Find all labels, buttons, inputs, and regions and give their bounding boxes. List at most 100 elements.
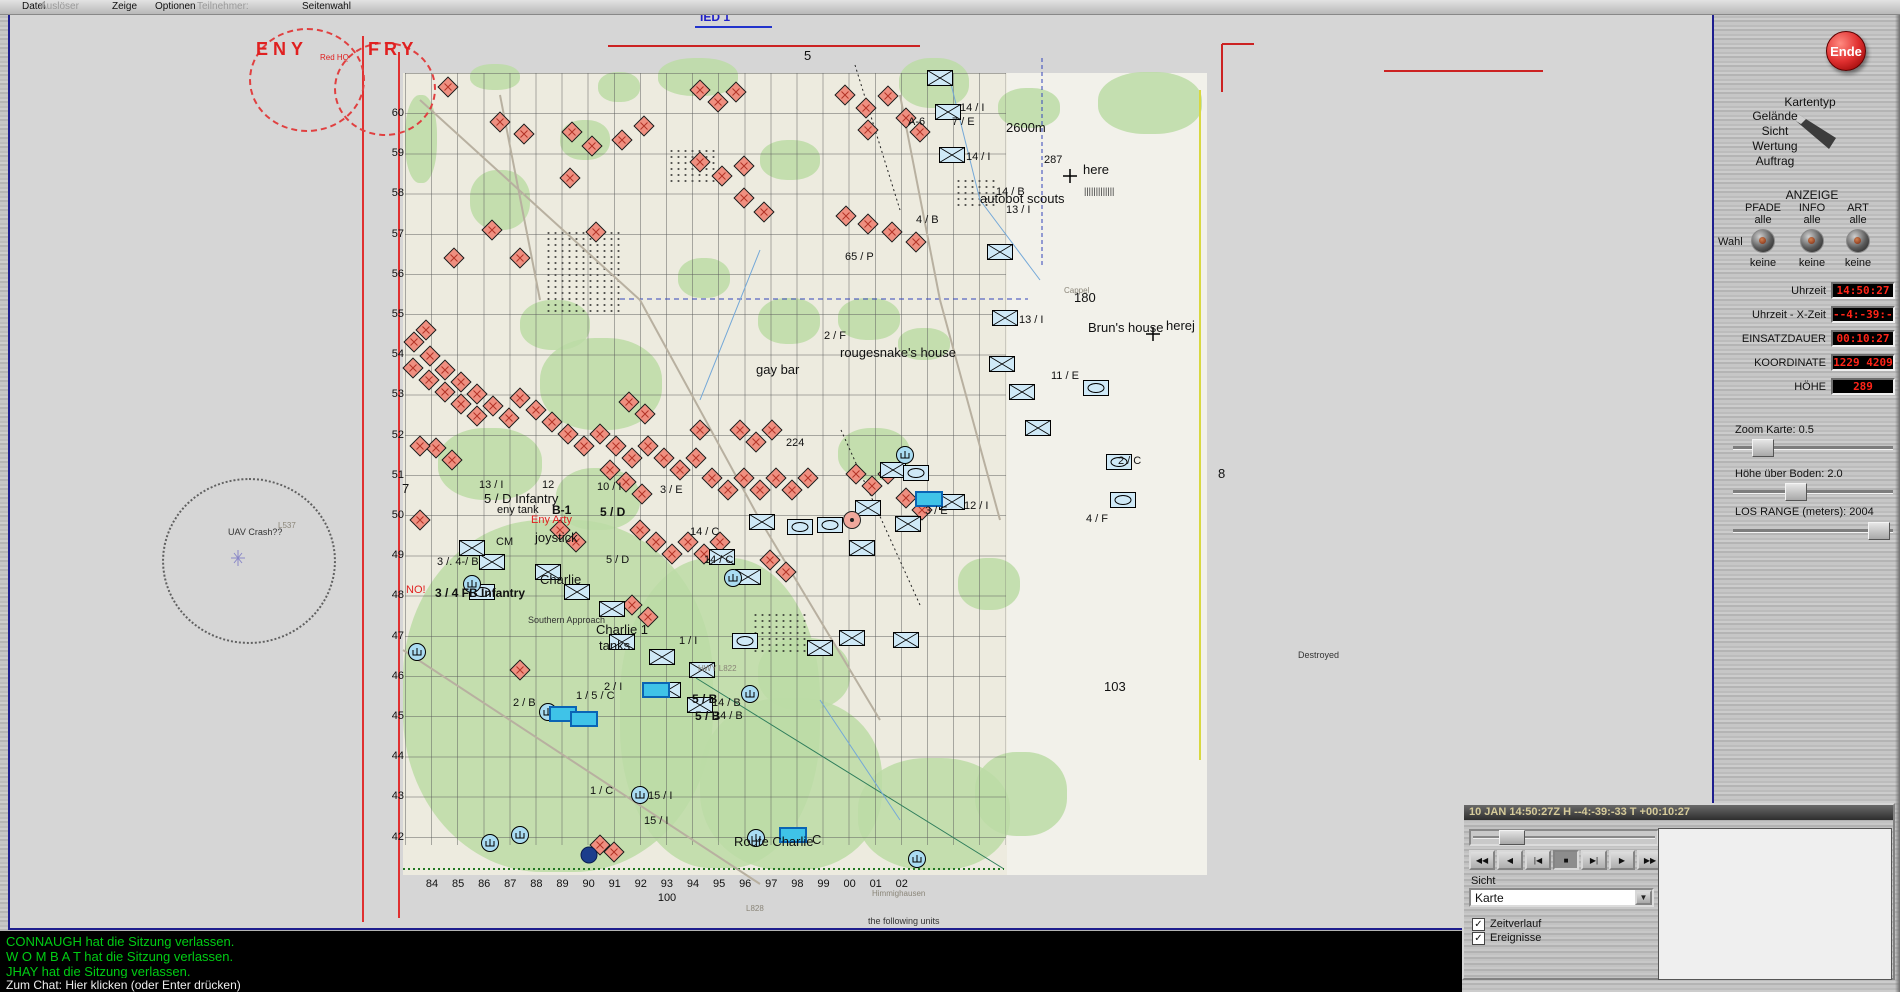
ende-button[interactable]: Ende <box>1826 31 1866 71</box>
enemy-unit-symbol[interactable] <box>489 111 511 133</box>
friendly-infantry-symbol[interactable] <box>749 514 775 530</box>
enemy-unit-symbol[interactable] <box>753 201 775 223</box>
enemy-unit-symbol[interactable] <box>725 81 747 103</box>
friendly-artillery-symbol[interactable] <box>630 785 650 805</box>
timeline-slider-thumb[interactable] <box>1499 830 1525 845</box>
enemy-unit-symbol[interactable] <box>835 205 857 227</box>
art-knob[interactable] <box>1846 229 1870 253</box>
chat-prompt-bar[interactable]: Zum Chat: Hier klicken (oder Enter drück… <box>0 978 1462 992</box>
enemy-unit-symbol[interactable] <box>689 419 711 441</box>
menu-item-seitenwahl[interactable]: Seitenwahl <box>302 1 351 12</box>
enemy-unit-symbol[interactable] <box>509 247 531 269</box>
navy-marker-symbol[interactable] <box>580 846 598 864</box>
friendly-artillery-symbol[interactable] <box>740 684 760 704</box>
friendly-infantry-symbol[interactable] <box>987 244 1013 260</box>
friendly-vehicle-symbol[interactable] <box>570 711 598 727</box>
enemy-unit-symbol[interactable] <box>797 467 819 489</box>
friendly-infantry-symbol[interactable] <box>849 540 875 556</box>
friendly-infantry-symbol[interactable] <box>479 554 505 570</box>
enemy-unit-symbol[interactable] <box>559 167 581 189</box>
enemy-observer-symbol[interactable] <box>842 510 862 530</box>
enemy-unit-symbol[interactable] <box>513 123 535 145</box>
timeline-slider[interactable] <box>1469 829 1659 846</box>
rewind-button[interactable]: ◀◀ <box>1469 850 1495 870</box>
enemy-unit-symbol[interactable] <box>633 115 655 137</box>
enemy-unit-symbol[interactable] <box>834 84 856 106</box>
enemy-unit-symbol[interactable] <box>857 119 879 141</box>
enemy-unit-symbol[interactable] <box>409 509 431 531</box>
skip-end-button[interactable]: ▶| <box>1581 850 1607 870</box>
enemy-unit-symbol[interactable] <box>509 659 531 681</box>
ereignisse-checkbox[interactable]: ✓ <box>1472 932 1485 945</box>
friendly-armor-symbol[interactable] <box>817 517 843 533</box>
friendly-infantry-symbol[interactable] <box>649 649 675 665</box>
friendly-artillery-symbol[interactable] <box>895 445 915 465</box>
friendly-infantry-symbol[interactable] <box>459 540 485 556</box>
enemy-unit-symbol[interactable] <box>761 419 783 441</box>
friendly-vehicle-symbol[interactable] <box>642 682 670 698</box>
friendly-infantry-symbol[interactable] <box>895 516 921 532</box>
stop-button[interactable]: ■ <box>1553 850 1579 870</box>
friendly-armor-symbol[interactable] <box>732 633 758 649</box>
enemy-unit-symbol[interactable] <box>685 447 707 469</box>
friendly-infantry-symbol[interactable] <box>927 70 953 86</box>
slider-thumb[interactable] <box>1752 439 1774 457</box>
enemy-unit-symbol[interactable] <box>603 841 625 863</box>
friendly-artillery-symbol[interactable] <box>407 642 427 662</box>
enemy-unit-symbol[interactable] <box>689 151 711 173</box>
friendly-infantry-symbol[interactable] <box>1025 420 1051 436</box>
friendly-artillery-symbol[interactable] <box>723 568 743 588</box>
enemy-unit-symbol[interactable] <box>711 165 733 187</box>
enemy-unit-symbol[interactable] <box>561 121 583 143</box>
slider-track[interactable] <box>1733 490 1893 494</box>
friendly-infantry-symbol[interactable] <box>839 630 865 646</box>
friendly-armor-symbol[interactable] <box>1083 380 1109 396</box>
friendly-infantry-symbol[interactable] <box>939 147 965 163</box>
uav-crash-icon[interactable] <box>228 548 248 568</box>
step-back-button[interactable]: ◀ <box>1497 850 1523 870</box>
enemy-unit-symbol[interactable] <box>409 435 431 457</box>
skip-start-button[interactable]: |◀ <box>1525 850 1551 870</box>
menu-item-zeige[interactable]: Zeige <box>112 1 137 12</box>
enemy-unit-symbol[interactable] <box>905 231 927 253</box>
friendly-artillery-symbol[interactable] <box>907 849 927 869</box>
enemy-unit-symbol[interactable] <box>443 247 465 269</box>
enemy-unit-symbol[interactable] <box>585 221 607 243</box>
chevron-down-icon[interactable]: ▼ <box>1635 890 1652 905</box>
play-button[interactable]: ▶ <box>1609 850 1635 870</box>
enemy-unit-symbol[interactable] <box>481 219 503 241</box>
enemy-unit-symbol[interactable] <box>581 135 603 157</box>
enemy-unit-symbol[interactable] <box>733 155 755 177</box>
enemy-unit-symbol[interactable] <box>415 319 437 341</box>
enemy-unit-symbol[interactable] <box>611 129 633 151</box>
friendly-artillery-symbol[interactable] <box>510 825 530 845</box>
slider-thumb[interactable] <box>1785 483 1807 501</box>
info-knob[interactable] <box>1800 229 1824 253</box>
enemy-unit-symbol[interactable] <box>441 449 463 471</box>
slider-thumb[interactable] <box>1868 522 1890 540</box>
friendly-infantry-symbol[interactable] <box>992 310 1018 326</box>
enemy-unit-symbol[interactable] <box>881 221 903 243</box>
friendly-armor-symbol[interactable] <box>1110 492 1136 508</box>
pfade-knob[interactable] <box>1751 229 1775 253</box>
friendly-artillery-symbol[interactable] <box>480 833 500 853</box>
enemy-unit-symbol[interactable] <box>877 85 899 107</box>
zeitverlauf-checkbox[interactable]: ✓ <box>1472 918 1485 931</box>
friendly-infantry-symbol[interactable] <box>1009 384 1035 400</box>
enemy-unit-symbol[interactable] <box>437 76 459 98</box>
enemy-unit-symbol[interactable] <box>634 403 656 425</box>
enemy-unit-symbol[interactable] <box>855 97 877 119</box>
menu-item-optionen[interactable]: Optionen <box>155 1 196 12</box>
enemy-unit-symbol[interactable] <box>498 407 520 429</box>
kartentyp-selector-pointer[interactable] <box>1796 108 1844 156</box>
enemy-unit-symbol[interactable] <box>775 561 797 583</box>
events-list[interactable] <box>1658 828 1892 980</box>
friendly-infantry-symbol[interactable] <box>893 632 919 648</box>
enemy-unit-symbol[interactable] <box>631 483 653 505</box>
cross-marker-icon[interactable] <box>1062 168 1078 184</box>
friendly-armor-symbol[interactable] <box>903 465 929 481</box>
friendly-armor-symbol[interactable] <box>787 519 813 535</box>
friendly-infantry-symbol[interactable] <box>989 356 1015 372</box>
enemy-unit-symbol[interactable] <box>733 187 755 209</box>
enemy-unit-symbol[interactable] <box>857 213 879 235</box>
